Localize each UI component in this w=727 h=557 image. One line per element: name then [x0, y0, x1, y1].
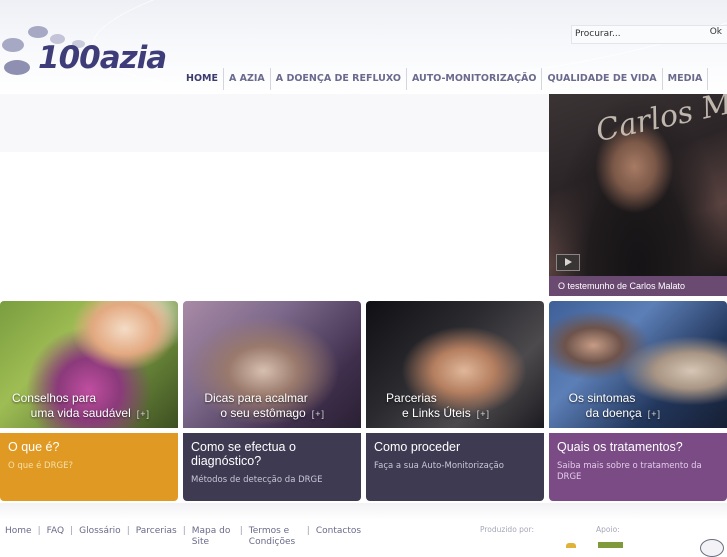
footer-link-home[interactable]: Home: [5, 526, 32, 537]
main-nav: HOME A AZIA A DOENÇA DE REFLUXO AUTO-MON…: [181, 68, 709, 90]
search-input[interactable]: [575, 27, 695, 41]
card-o-que-e[interactable]: O que é? O que é DRGE?: [0, 433, 178, 501]
search-box: Ok: [571, 25, 727, 44]
tile-label-line1: Dicas para acalmar: [204, 391, 308, 405]
card-link[interactable]: Métodos de detecção da DRGE: [191, 475, 353, 486]
tile-label: Os sintomas da doença [+]: [569, 391, 661, 422]
tile-label-line1: Conselhos para: [11, 391, 96, 405]
tile-label-line1: Parcerias: [386, 391, 437, 405]
footer-link-glossario[interactable]: Glossário: [79, 526, 121, 537]
hero-banner-area: [0, 152, 549, 300]
card-link[interactable]: Faça a sua Auto-Monitorização: [374, 461, 536, 472]
site-header: 100azia Ok HOME A AZIA A DOENÇA DE REFLU…: [0, 0, 727, 94]
card-title: Como se efectua o diagnóstico?: [191, 440, 296, 468]
card-title: O que é?: [8, 440, 60, 454]
play-icon[interactable]: [556, 254, 580, 271]
nav-item-home[interactable]: HOME: [181, 68, 224, 90]
tile-conselhos[interactable]: Conselhos para uma vida saudável [+]: [0, 301, 178, 428]
footer-separator: |: [70, 526, 74, 536]
tile-label: Conselhos para uma vida saudável [+]: [12, 391, 150, 422]
card-tratamentos[interactable]: Quais os tratamentos? Saiba mais sobre o…: [549, 433, 727, 501]
tile-dicas[interactable]: Dicas para acalmar o seu estômago [+]: [183, 301, 361, 428]
more-link[interactable]: [+]: [648, 409, 661, 419]
nav-item-a-azia[interactable]: A AZIA: [224, 68, 271, 90]
card-title: Quais os tratamentos?: [557, 440, 683, 454]
tile-sintomas[interactable]: Os sintomas da doença [+]: [549, 301, 727, 428]
tile-label-line2: o seu estômago: [220, 406, 306, 420]
more-link[interactable]: [+]: [477, 409, 490, 419]
nav-item-doenca-refluxo[interactable]: A DOENÇA DE REFLUXO: [271, 68, 407, 90]
logo-wordmark: 100azia: [38, 40, 167, 76]
site-logo[interactable]: 100azia: [2, 26, 167, 82]
tile-label-line1: Os sintomas: [568, 391, 636, 405]
footer-separator: |: [37, 526, 41, 536]
footer-separator: |: [239, 526, 243, 536]
footer-separator: |: [306, 526, 310, 536]
hero-banner-strip: [0, 94, 549, 152]
card-link[interactable]: O que é DRGE?: [8, 461, 170, 472]
footer-link-parcerias[interactable]: Parcerias: [136, 526, 177, 537]
logo-dot: [28, 26, 48, 38]
nav-item-qualidade-vida[interactable]: QUALIDADE DE VIDA: [542, 68, 663, 90]
card-como-proceder[interactable]: Como proceder Faça a sua Auto-Monitoriza…: [366, 433, 544, 501]
tile-label-line2: e Links Úteis: [402, 406, 471, 420]
tile-label: Dicas para acalmar o seu estômago [+]: [204, 391, 325, 422]
logo-dot: [2, 38, 24, 52]
footer-separator: |: [126, 526, 130, 536]
logo-dot: [4, 60, 30, 75]
card-link[interactable]: Saiba mais sobre o tratamento da DRGE: [557, 461, 719, 483]
footer-link-contactos[interactable]: Contactos: [316, 526, 361, 537]
sponsor-logo[interactable]: [598, 542, 623, 548]
nav-item-media[interactable]: MEDIA: [663, 68, 709, 90]
producer-logo[interactable]: [566, 543, 576, 548]
site-footer: Home | FAQ | Glossário | Parcerias | Map…: [0, 503, 727, 557]
card-title: Como proceder: [374, 440, 461, 454]
certification-seal-icon[interactable]: [700, 539, 724, 557]
nav-item-auto-monitorizacao[interactable]: AUTO-MONITORIZAÇÃO: [407, 68, 543, 90]
search-ok-button[interactable]: Ok: [710, 27, 722, 37]
more-link[interactable]: [+]: [137, 409, 150, 419]
tile-label-line2: da doença: [585, 406, 642, 420]
tile-label-line2: uma vida saudável: [30, 406, 131, 420]
tile-parcerias[interactable]: Parcerias e Links Úteis [+]: [366, 301, 544, 428]
produced-by-label: Produzido por:: [480, 525, 534, 534]
footer-separator: |: [182, 526, 186, 536]
footer-link-faq[interactable]: FAQ: [47, 526, 64, 537]
video-testimonial[interactable]: Carlos M O testemunho de Carlos Malato: [549, 94, 727, 296]
more-link[interactable]: [+]: [312, 409, 325, 419]
tile-label: Parcerias e Links Úteis [+]: [386, 391, 490, 422]
card-diagnostico[interactable]: Como se efectua o diagnóstico? Métodos d…: [183, 433, 361, 501]
video-caption[interactable]: O testemunho de Carlos Malato: [549, 276, 727, 296]
support-label: Apoio:: [596, 525, 620, 534]
